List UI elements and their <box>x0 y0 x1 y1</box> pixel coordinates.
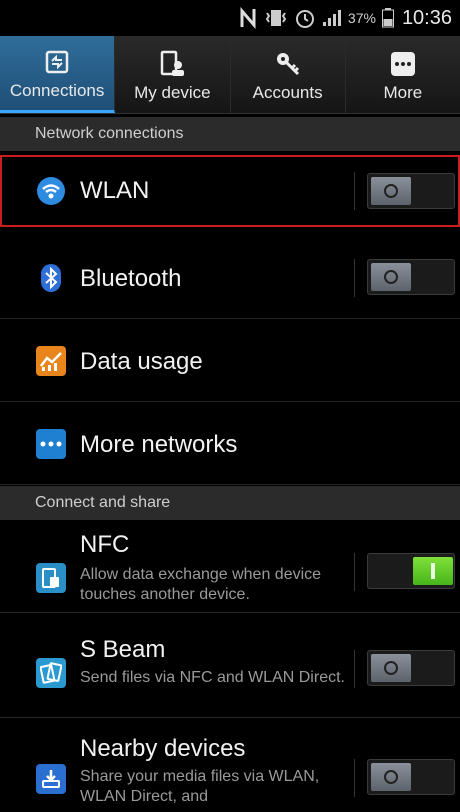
signal-icon <box>322 3 342 33</box>
list-item-nearby-devices[interactable]: Nearby devices Share your media files vi… <box>0 719 460 812</box>
divider <box>354 553 355 591</box>
tab-more[interactable]: More <box>346 36 460 113</box>
my-device-icon <box>159 47 185 81</box>
list-item-data-usage[interactable]: Data usage <box>0 320 460 402</box>
nearby-devices-toggle[interactable] <box>367 759 455 795</box>
tab-label: My device <box>134 82 211 102</box>
row-title: S Beam <box>80 636 166 663</box>
nfc-toggle[interactable] <box>367 553 455 589</box>
bluetooth-toggle[interactable] <box>367 259 455 295</box>
section-header-share: Connect and share <box>0 486 460 520</box>
list-item-bluetooth[interactable]: Bluetooth <box>0 237 460 319</box>
tab-my-device[interactable]: My device <box>115 36 231 113</box>
row-subtitle: Share your media files via WLAN, WLAN Di… <box>80 768 320 805</box>
alarm-icon <box>294 3 316 33</box>
list-item-s-beam[interactable]: S Beam Send files via NFC and WLAN Direc… <box>0 614 460 718</box>
nfc-icon <box>36 563 66 593</box>
tab-label: More <box>383 82 423 102</box>
divider <box>354 259 355 297</box>
tab-label: Connections <box>9 81 105 100</box>
battery-icon <box>381 3 394 33</box>
battery-percent: 37% <box>347 10 376 26</box>
data-usage-icon <box>36 346 66 376</box>
row-title: Data usage <box>80 348 203 375</box>
row-title: WLAN <box>80 177 150 204</box>
row-title: Bluetooth <box>80 265 182 292</box>
divider <box>354 759 355 797</box>
accounts-key-icon <box>274 47 302 81</box>
list-item-more-networks[interactable]: More networks <box>0 403 460 485</box>
row-subtitle: Send files via NFC and WLAN Direct. <box>80 669 345 686</box>
more-icon <box>390 47 416 81</box>
row-subtitle: Allow data exchange when device touches … <box>80 566 322 603</box>
nearby-devices-icon <box>36 764 66 794</box>
divider <box>354 650 355 688</box>
more-networks-icon <box>36 429 66 459</box>
row-title: NFC <box>80 531 130 558</box>
nfc-icon <box>240 3 258 33</box>
tab-connections[interactable]: Connections <box>0 36 116 113</box>
s-beam-toggle[interactable] <box>367 650 455 686</box>
tab-label: Accounts <box>252 82 323 102</box>
s-beam-icon <box>36 658 66 688</box>
bluetooth-icon <box>36 263 66 293</box>
row-title: More networks <box>80 431 238 458</box>
vibrate-icon <box>264 3 288 33</box>
wlan-toggle[interactable] <box>367 173 455 209</box>
status-time: 10:36 <box>401 6 452 29</box>
wifi-icon <box>36 176 66 206</box>
status-bar: 37% 10:36 <box>0 0 460 36</box>
connections-icon <box>44 45 70 79</box>
list-item-nfc[interactable]: NFC Allow data exchange when device touc… <box>0 521 460 613</box>
settings-tab-bar: Connections My device Accounts More <box>0 36 460 114</box>
list-item-wlan[interactable]: WLAN <box>0 155 460 227</box>
row-title: Nearby devices <box>80 735 246 762</box>
section-header-network: Network connections <box>0 117 460 151</box>
divider <box>354 172 355 210</box>
tab-accounts[interactable]: Accounts <box>231 36 346 113</box>
